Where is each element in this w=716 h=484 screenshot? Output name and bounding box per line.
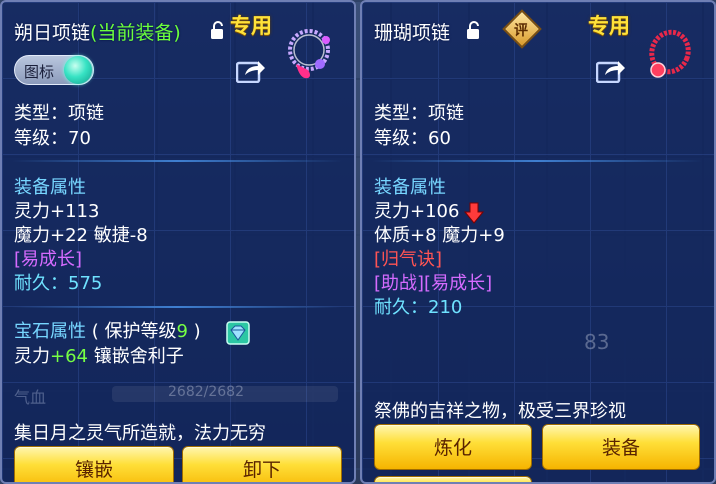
compare-item-panel: 珊瑚项链 评 专用 类型：项链 等级：60 装备属性 灵力+106 体质+8 魔… xyxy=(360,0,716,484)
faded-item-count: 83 xyxy=(584,330,610,354)
attr-line-2: 体质+8 魔力+9 xyxy=(374,225,505,246)
durability: 耐久：210 xyxy=(374,297,463,318)
necklace-icon[interactable] xyxy=(278,24,340,86)
type-line: 类型：项链 xyxy=(374,103,464,124)
attr-line-1: 灵力+106 xyxy=(374,201,460,222)
attr-line-1: 灵力+113 xyxy=(14,201,100,222)
gem-diamond-icon xyxy=(226,321,250,345)
rating-label: 评 xyxy=(514,23,528,39)
type-line: 类型：项链 xyxy=(14,103,104,124)
share-icon[interactable] xyxy=(236,57,266,83)
gem-attr-line: 宝石属性 ( 保护等级9 ) xyxy=(14,321,201,342)
attr-header: 装备属性 xyxy=(374,177,446,198)
attr-header: 装备属性 xyxy=(14,177,86,198)
item-title: 珊瑚项链 xyxy=(374,22,451,44)
divider xyxy=(372,160,702,162)
refine-button[interactable]: 炼化 xyxy=(374,424,532,470)
lock-open-icon[interactable] xyxy=(466,20,482,40)
item-description: 祭佛的吉祥之物，极受三界珍视 xyxy=(374,401,626,422)
item-description: 集日月之灵气所造就，法力无穷 xyxy=(14,423,266,444)
divider xyxy=(12,160,342,162)
down-arrow-icon xyxy=(464,202,484,224)
toggle-label: 图标 xyxy=(24,63,55,81)
exclusive-tag: 专用 xyxy=(588,14,630,38)
divider xyxy=(12,306,342,308)
current-equipment-panel: 朔日项链(当前装备) 专用 图标 类型：项链 等级：70 装备属性 灵力+113… xyxy=(0,0,356,484)
item-title: 朔日项链(当前装备) xyxy=(14,22,181,44)
special-skill: [归气诀] xyxy=(374,249,443,270)
partial-button[interactable] xyxy=(374,476,532,482)
share-icon[interactable] xyxy=(596,57,626,83)
special-effect: [易成长] xyxy=(14,249,83,270)
equip-button[interactable]: 装备 xyxy=(542,424,700,470)
unequip-button[interactable]: 卸下 xyxy=(182,446,342,482)
attr-line-2: 魔力+22 敏捷-8 xyxy=(14,225,148,246)
special-effect: [助战][易成长] xyxy=(374,273,493,294)
gem-bonus-line: 灵力+64 镶嵌舍利子 xyxy=(14,346,184,367)
toggle-knob xyxy=(64,56,92,84)
inlay-button[interactable]: 镶嵌 xyxy=(14,446,174,482)
level-line: 等级：60 xyxy=(374,128,451,149)
exclusive-tag: 专用 xyxy=(230,14,272,38)
faded-hp-value: 2682/2682 xyxy=(168,384,244,400)
necklace-icon[interactable] xyxy=(636,24,698,86)
level-line: 等级：70 xyxy=(14,128,91,149)
lock-open-icon[interactable] xyxy=(210,20,226,40)
durability: 耐久：575 xyxy=(14,273,103,294)
icon-toggle[interactable]: 图标 xyxy=(14,55,94,85)
faded-hp-label: 气血 xyxy=(14,388,47,407)
